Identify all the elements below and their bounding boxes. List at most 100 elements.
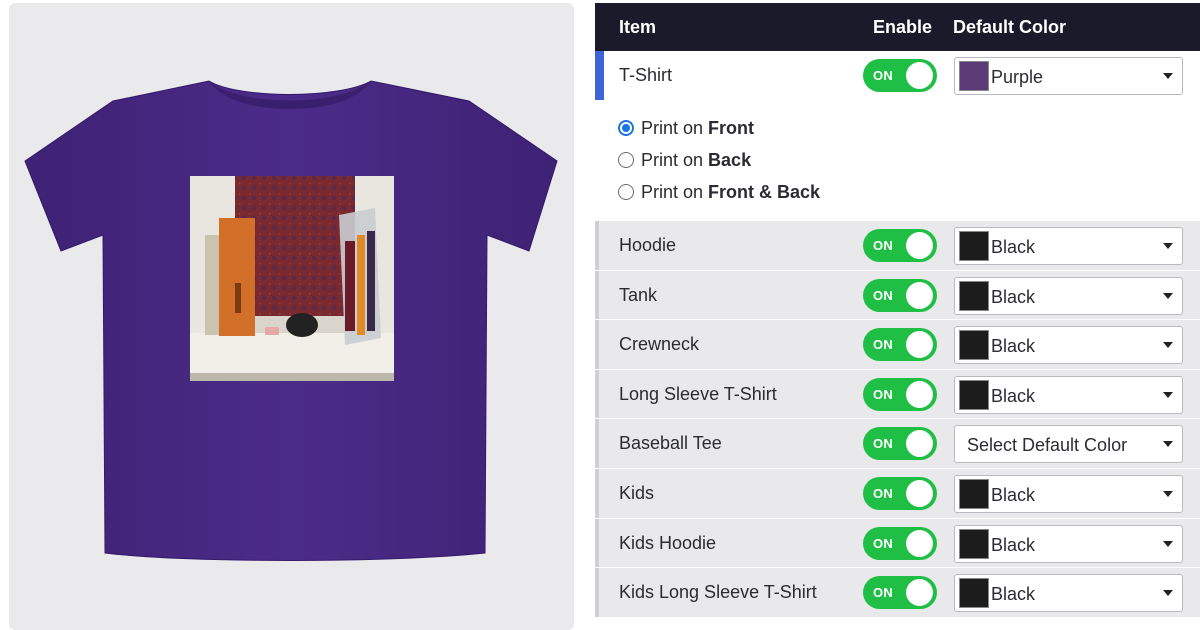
color-swatch — [959, 578, 989, 609]
enable-toggle[interactable]: ON — [863, 576, 937, 610]
default-color-select[interactable]: Black — [954, 574, 1183, 613]
toggle-state-text: ON — [873, 535, 894, 551]
toggle-knob — [906, 232, 933, 259]
toggle-knob — [906, 281, 933, 309]
enable-toggle[interactable]: ON — [863, 427, 937, 461]
selected-color: Black — [991, 534, 1036, 555]
table-row[interactable]: Kids ON Black — [595, 468, 1200, 519]
table-row[interactable]: Baseball Tee ON Select Default Color — [595, 419, 1200, 469]
selected-color: Black — [991, 584, 1036, 605]
row-indicator — [595, 518, 599, 568]
default-color-select[interactable]: Black — [954, 524, 1183, 563]
toggle-knob — [906, 479, 933, 507]
radio-button[interactable] — [618, 184, 634, 200]
chevron-down-icon — [1163, 490, 1173, 497]
option-bold: Back — [708, 150, 752, 170]
table-row[interactable]: Kids Hoodie ON Black — [595, 518, 1200, 569]
chevron-down-icon — [1163, 73, 1173, 79]
toggle-state-text: ON — [873, 585, 894, 601]
color-swatch — [959, 478, 989, 509]
color-swatch — [959, 330, 989, 361]
selected-color: Black — [991, 385, 1036, 406]
row-label: Kids — [619, 482, 655, 503]
default-color-select[interactable]: Black — [954, 276, 1183, 315]
product-preview — [9, 3, 574, 630]
toggle-knob — [906, 430, 933, 458]
product-settings-table: Item Enable Default Color T-Shirt ON Pur… — [595, 3, 1200, 623]
radio-button[interactable] — [618, 120, 634, 136]
option-bold: Front & Back — [708, 182, 821, 202]
toggle-state-text: ON — [873, 287, 894, 303]
toggle-knob — [906, 380, 933, 408]
table-header: Item Enable Default Color — [595, 3, 1200, 51]
selected-color: Black — [991, 286, 1036, 307]
option-bold: Front — [708, 118, 755, 138]
enable-toggle[interactable]: ON — [863, 377, 937, 411]
table-row[interactable]: Kids Long Sleeve T-Shirt ON Black — [595, 568, 1200, 618]
default-color-select[interactable]: Black — [954, 326, 1183, 365]
option-prefix: Print on — [641, 182, 709, 202]
default-color-select[interactable]: Black — [954, 227, 1183, 265]
table-row[interactable]: Tank ON Black — [595, 270, 1200, 321]
row-label: Baseball Tee — [619, 433, 722, 454]
row-indicator — [595, 221, 599, 270]
color-swatch — [959, 231, 989, 261]
enable-toggle[interactable]: ON — [863, 59, 937, 92]
row-label: Kids Long Sleeve T-Shirt — [619, 582, 817, 603]
chevron-down-icon — [1163, 391, 1173, 398]
row-label: Tank — [619, 284, 658, 305]
selected-color: Purple — [991, 67, 1044, 87]
default-color-select[interactable]: Purple — [954, 57, 1183, 95]
row-indicator — [595, 369, 599, 419]
enable-toggle[interactable]: ON — [863, 476, 937, 510]
row-indicator — [595, 320, 599, 369]
color-swatch — [959, 280, 989, 311]
chevron-down-icon — [1163, 243, 1173, 249]
enable-toggle[interactable]: ON — [863, 328, 937, 362]
enable-toggle[interactable]: ON — [863, 526, 937, 560]
enable-toggle[interactable]: ON — [863, 278, 937, 312]
table-row[interactable]: Long Sleeve T-Shirt ON Black — [595, 369, 1200, 420]
tshirt-mockup-image — [24, 80, 558, 561]
default-color-select[interactable]: Black — [954, 474, 1183, 513]
option-prefix: Print on — [641, 118, 709, 138]
toggle-state-text: ON — [873, 485, 894, 501]
row-label: Crewneck — [619, 334, 700, 355]
print-options: Print on Front Print on Back Print on Fr… — [595, 101, 1200, 221]
toggle-state-text: ON — [873, 68, 894, 83]
row-indicator — [595, 568, 599, 617]
toggle-state-text: ON — [873, 436, 894, 452]
chevron-down-icon — [1163, 292, 1173, 299]
chevron-down-icon — [1163, 590, 1173, 597]
default-color-select[interactable]: Black — [954, 375, 1183, 414]
selected-color: Black — [991, 336, 1036, 357]
active-row-indicator — [595, 51, 604, 100]
color-swatch — [959, 528, 989, 559]
chevron-down-icon — [1163, 441, 1173, 448]
table-row-tshirt[interactable]: T-Shirt ON Purple — [595, 51, 1200, 101]
table-row[interactable]: Hoodie ON Black — [595, 221, 1200, 271]
row-label: T-Shirt — [619, 65, 673, 85]
row-indicator — [595, 419, 599, 468]
chevron-down-icon — [1163, 540, 1173, 547]
row-label: Long Sleeve T-Shirt — [619, 383, 777, 404]
print-option-front-and-back[interactable]: Print on Front & Back — [595, 182, 1200, 214]
print-option-back[interactable]: Print on Back — [595, 150, 1200, 182]
selected-color: Black — [991, 237, 1036, 257]
toggle-state-text: ON — [873, 238, 894, 253]
color-swatch — [959, 379, 989, 410]
header-item: Item — [619, 17, 657, 37]
toggle-knob — [906, 529, 933, 557]
row-label: Kids Hoodie — [619, 532, 717, 553]
toggle-knob — [906, 579, 933, 607]
toggle-state-text: ON — [873, 386, 894, 402]
radio-button[interactable] — [618, 152, 634, 168]
table-row[interactable]: Crewneck ON Black — [595, 320, 1200, 370]
print-option-front[interactable]: Print on Front — [595, 118, 1200, 150]
default-color-select[interactable]: Select Default Color — [954, 425, 1183, 464]
enable-toggle[interactable]: ON — [863, 229, 937, 262]
color-swatch — [959, 61, 989, 91]
toggle-knob — [906, 62, 933, 89]
header-enable: Enable — [873, 17, 933, 37]
row-indicator — [595, 270, 599, 320]
